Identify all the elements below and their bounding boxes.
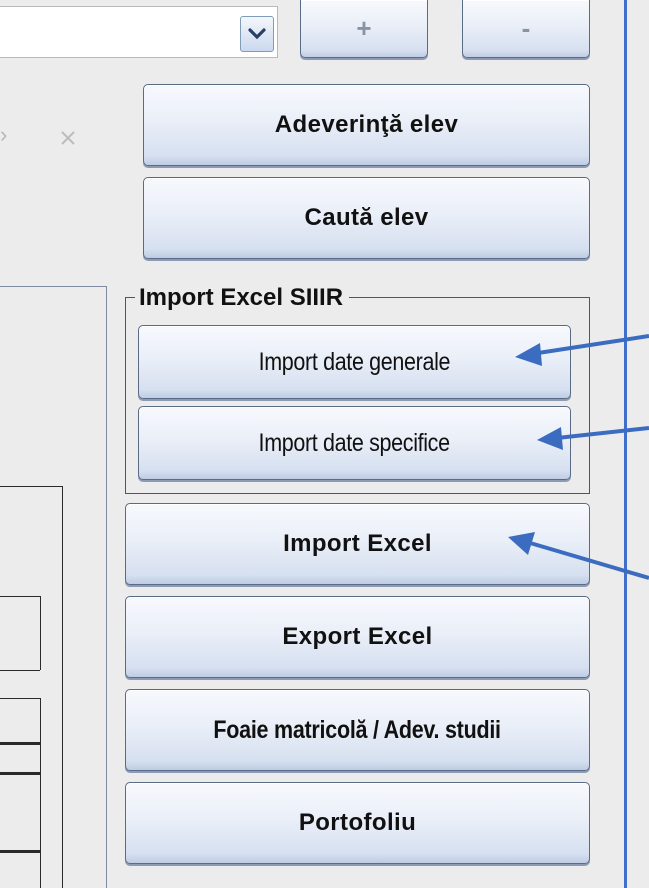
add-button-label: + bbox=[356, 13, 372, 43]
remove-button[interactable]: - bbox=[462, 0, 590, 58]
tick-mark-1 bbox=[0, 742, 40, 745]
adeverinta-elev-label: Adeverinţă elev bbox=[274, 111, 459, 138]
import-siiir-group-title: Import Excel SIIIR bbox=[135, 283, 350, 313]
combo-dropdown-button[interactable] bbox=[240, 16, 274, 52]
close-icon[interactable] bbox=[58, 128, 78, 148]
export-excel-label: Export Excel bbox=[282, 623, 433, 650]
field-box-right-1 bbox=[40, 596, 41, 670]
faint-glyph: › bbox=[0, 122, 8, 147]
foaie-matricola-button[interactable]: Foaie matricolă / Adev. studii bbox=[125, 689, 590, 771]
adeverinta-elev-button[interactable]: Adeverinţă elev bbox=[143, 84, 590, 166]
cauta-elev-button[interactable]: Caută elev bbox=[143, 177, 590, 259]
tick-mark-2 bbox=[0, 772, 40, 775]
cauta-elev-label: Caută elev bbox=[304, 204, 429, 231]
import-date-specifice-button[interactable]: Import date specifice bbox=[138, 406, 571, 480]
add-button[interactable]: + bbox=[300, 0, 428, 58]
combo-box[interactable] bbox=[0, 6, 278, 58]
field-box-right-2 bbox=[40, 698, 41, 888]
field-box-top-2 bbox=[0, 698, 40, 699]
right-divider bbox=[624, 0, 627, 888]
portofoliu-button[interactable]: Portofoliu bbox=[125, 782, 590, 864]
import-excel-button[interactable]: Import Excel bbox=[125, 503, 590, 585]
import-date-generale-label: Import date generale bbox=[258, 347, 451, 376]
portofoliu-label: Portofoliu bbox=[298, 809, 417, 836]
field-box-bottom-1 bbox=[0, 670, 40, 671]
import-excel-label: Import Excel bbox=[283, 530, 432, 557]
inner-panel-top bbox=[0, 486, 62, 487]
panel-right-border bbox=[106, 286, 107, 888]
import-date-specifice-label: Import date specifice bbox=[258, 428, 451, 457]
field-box-top-1 bbox=[0, 596, 40, 597]
tick-mark-3 bbox=[0, 850, 40, 853]
chevron-down-icon bbox=[248, 28, 266, 40]
import-date-generale-button[interactable]: Import date generale bbox=[138, 325, 571, 399]
remove-button-label: - bbox=[521, 13, 531, 43]
foaie-matricola-label: Foaie matricolă / Adev. studii bbox=[213, 715, 502, 744]
export-excel-button[interactable]: Export Excel bbox=[125, 596, 590, 678]
panel-top-border bbox=[0, 286, 106, 287]
inner-panel-right bbox=[62, 486, 63, 888]
